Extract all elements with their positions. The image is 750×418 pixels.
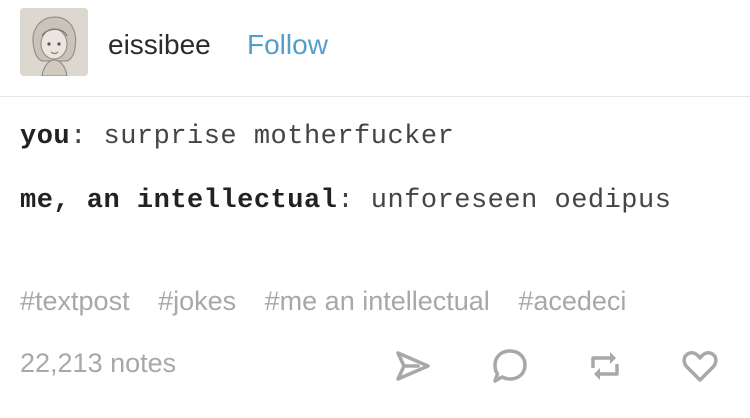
speaker-label: me, an intellectual [20, 186, 338, 216]
post-footer: 22,213 notes [0, 340, 750, 396]
notes-count[interactable]: 22,213 notes [20, 348, 176, 379]
avatar-drawing-icon [20, 8, 88, 76]
blog-name[interactable]: eissibee [108, 27, 211, 63]
tag-link[interactable]: #jokes [158, 286, 236, 316]
avatar[interactable] [20, 8, 88, 76]
share-button[interactable] [393, 346, 433, 386]
share-icon [396, 351, 430, 381]
tag-link[interactable]: #textpost [20, 286, 130, 316]
post-body: you: surprise motherfucker me, an intell… [20, 118, 720, 220]
tag-link[interactable]: #acedeci [518, 286, 626, 316]
speaker-separator: : [337, 186, 355, 216]
reply-icon [493, 349, 527, 383]
like-icon [682, 351, 718, 382]
dialogue-line: me, an intellectual: unforeseen oedipus [20, 182, 720, 220]
follow-button[interactable]: Follow [247, 27, 328, 63]
dialogue-text: unforeseen oedipus [354, 186, 672, 216]
speaker-separator: : [70, 122, 87, 152]
speaker-label: you [20, 122, 71, 152]
post-header: eissibee Follow [0, 0, 750, 97]
tag-list: #textpost #jokes #me an intellectual #ac… [20, 286, 740, 317]
dialogue-line: you: surprise motherfucker [20, 118, 720, 156]
tag-link[interactable]: #me an intellectual [265, 286, 490, 316]
reply-button[interactable] [490, 346, 530, 386]
reblog-button[interactable] [585, 346, 625, 386]
post-card: eissibee Follow you: surprise motherfuck… [0, 0, 750, 418]
like-button[interactable] [680, 346, 720, 386]
dialogue-text: surprise motherfucker [86, 122, 455, 152]
reblog-icon [591, 352, 619, 380]
